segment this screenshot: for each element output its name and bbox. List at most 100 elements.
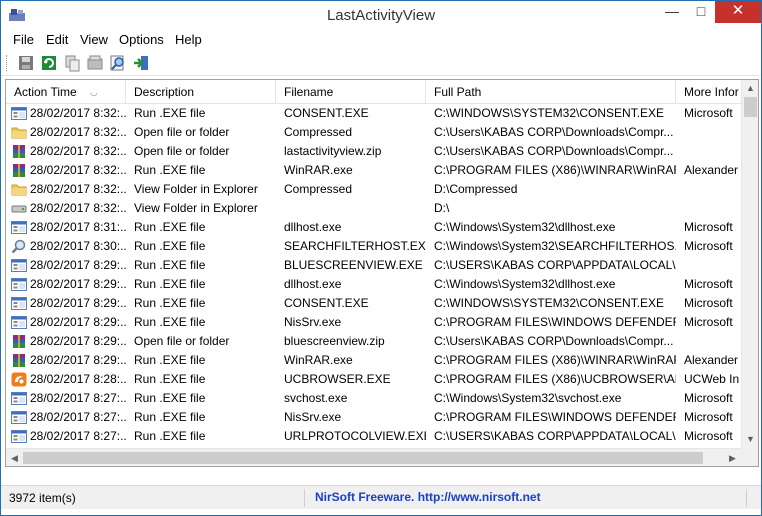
list-rows: 28/02/2017 8:32:... Run .EXE file CONSENT.… — [6, 104, 741, 466]
horizontal-scroll-thumb[interactable] — [23, 452, 703, 464]
full-path-cell: C:\USERS\KABAS CORP\APPDATA\LOCAL\... — [434, 258, 676, 272]
copy-icon[interactable] — [63, 54, 81, 72]
table-row[interactable]: 28/02/2017 8:29:... Open file or folder bl… — [6, 332, 741, 351]
full-path-cell: D:\Compressed — [434, 182, 518, 196]
column-more-info[interactable]: More Infor — [676, 80, 741, 104]
column-filename[interactable]: Filename — [276, 80, 426, 104]
list-header: Action Time ◡ Description Filename Full … — [6, 80, 741, 104]
table-row[interactable]: 28/02/2017 8:27:... Run .EXE file NisSrv.e… — [6, 408, 741, 427]
full-path-cell: C:\WINDOWS\SYSTEM32\CONSENT.EXE — [434, 296, 665, 310]
description-cell: Run .EXE file — [134, 353, 206, 367]
action-time-cell: 28/02/2017 8:28:... — [30, 372, 126, 386]
maximize-button[interactable]: □ — [687, 1, 715, 23]
table-row[interactable]: 28/02/2017 8:27:... Run .EXE file svchost.… — [6, 389, 741, 408]
scroll-up-icon[interactable]: ▲ — [742, 80, 758, 97]
nirsoft-link[interactable]: NirSoft Freeware. http://www.nirsoft.net — [315, 490, 541, 504]
more-info-cell: Alexander — [684, 353, 739, 367]
more-info-cell: UCWeb In — [684, 372, 740, 386]
description-cell: Run .EXE file — [134, 239, 206, 253]
find-icon[interactable] — [109, 54, 127, 72]
table-row[interactable]: 28/02/2017 8:29:... Run .EXE file NisSrv.e… — [6, 313, 741, 332]
more-info-cell: Microsoft — [684, 239, 733, 253]
menu-edit[interactable]: Edit — [46, 32, 68, 47]
full-path-cell: C:\Users\KABAS CORP\Downloads\Compr... — [434, 334, 674, 348]
filename-cell: dllhost.exe — [284, 277, 342, 291]
more-info-cell: Microsoft — [684, 277, 733, 291]
minimize-button[interactable]: — — [658, 1, 686, 23]
more-info-cell: Alexander — [684, 163, 739, 177]
table-row[interactable]: 28/02/2017 8:32:... Run .EXE file CONSENT.… — [6, 104, 741, 123]
filename-cell: UCBROWSER.EXE — [284, 372, 391, 386]
folder-icon — [11, 125, 27, 140]
menu-help[interactable]: Help — [175, 32, 202, 47]
exit-icon[interactable] — [132, 54, 150, 72]
exe-file-icon — [11, 220, 27, 235]
horizontal-scrollbar[interactable]: ◀ ▶ — [6, 448, 741, 466]
description-cell: Run .EXE file — [134, 258, 206, 272]
table-row[interactable]: 28/02/2017 8:32:... Open file or folder Co… — [6, 123, 741, 142]
table-row[interactable]: 28/02/2017 8:29:... Run .EXE file WinRAR.e… — [6, 351, 741, 370]
more-info-cell: Microsoft — [684, 296, 733, 310]
full-path-cell: C:\Windows\System32\dllhost.exe — [434, 220, 616, 234]
vertical-scrollbar[interactable]: ▲ ▼ — [741, 80, 758, 448]
menu-file[interactable]: File — [13, 32, 34, 47]
exe-file-icon — [11, 391, 27, 406]
table-row[interactable]: 28/02/2017 8:32:... View Folder in Explor… — [6, 180, 741, 199]
filename-cell: CONSENT.EXE — [284, 296, 369, 310]
scroll-left-icon[interactable]: ◀ — [6, 449, 23, 466]
more-info-cell — [684, 199, 741, 218]
vertical-scroll-thumb[interactable] — [744, 97, 757, 117]
table-row[interactable]: 28/02/2017 8:30:... Run .EXE file SEARCHFI… — [6, 237, 741, 256]
more-info-cell: Microsoft — [684, 220, 733, 234]
action-time-cell: 28/02/2017 8:29:... — [30, 315, 126, 329]
scroll-right-icon[interactable]: ▶ — [724, 449, 741, 466]
winrar-archive-icon — [11, 353, 27, 368]
full-path-cell: C:\PROGRAM FILES (X86)\WINRAR\WinRAR... — [434, 163, 676, 177]
table-row[interactable]: 28/02/2017 8:32:... Open file or folder la… — [6, 142, 741, 161]
description-cell: Run .EXE file — [134, 220, 206, 234]
table-row[interactable]: 28/02/2017 8:28:... Run .EXE file UCBROWSE… — [6, 370, 741, 389]
table-row[interactable]: 28/02/2017 8:31:... Run .EXE file dllhost.… — [6, 218, 741, 237]
folder-icon — [11, 182, 27, 197]
more-info-cell — [684, 332, 741, 351]
action-time-cell: 28/02/2017 8:27:... — [30, 429, 126, 443]
column-description[interactable]: Description — [126, 80, 276, 104]
more-info-cell — [684, 180, 741, 199]
filename-cell: NisSrv.exe — [284, 315, 342, 329]
table-row[interactable]: 28/02/2017 8:29:... Run .EXE file dllhost.… — [6, 275, 741, 294]
winrar-archive-icon — [11, 334, 27, 349]
description-cell: View Folder in Explorer — [134, 182, 258, 196]
refresh-icon[interactable] — [40, 54, 58, 72]
activity-list[interactable]: Action Time ◡ Description Filename Full … — [5, 79, 759, 467]
action-time-cell: 28/02/2017 8:29:... — [30, 277, 126, 291]
filename-cell: SEARCHFILTERHOST.EXE — [284, 239, 426, 253]
table-row[interactable]: 28/02/2017 8:29:... Run .EXE file CONSENT.… — [6, 294, 741, 313]
menu-view[interactable]: View — [80, 32, 108, 47]
column-action-time[interactable]: Action Time ◡ — [6, 80, 126, 104]
filename-cell: lastactivityview.zip — [284, 144, 382, 158]
winrar-archive-icon — [11, 144, 27, 159]
table-row[interactable]: 28/02/2017 8:27:... Run .EXE file URLPROTO… — [6, 427, 741, 446]
full-path-cell: C:\WINDOWS\SYSTEM32\CONSENT.EXE — [434, 106, 665, 120]
action-time-cell: 28/02/2017 8:30:... — [30, 239, 126, 253]
table-row[interactable]: 28/02/2017 8:29:... Run .EXE file BLUESCRE… — [6, 256, 741, 275]
full-path-cell: C:\Users\KABAS CORP\Downloads\Compr... — [434, 144, 674, 158]
close-button[interactable]: ✕ — [715, 1, 761, 23]
scroll-down-icon[interactable]: ▼ — [742, 431, 758, 448]
filename-cell: URLPROTOCOLVIEW.EXE — [284, 429, 426, 443]
winrar-archive-icon — [11, 163, 27, 178]
action-time-cell: 28/02/2017 8:32:... — [30, 182, 126, 196]
full-path-cell: C:\USERS\KABAS CORP\APPDATA\LOCAL\... — [434, 429, 676, 443]
table-row[interactable]: 28/02/2017 8:32:... View Folder in Explor… — [6, 199, 741, 218]
menu-options[interactable]: Options — [119, 32, 164, 47]
save-icon[interactable] — [17, 54, 35, 72]
full-path-cell: C:\Windows\System32\svchost.exe — [434, 391, 622, 405]
column-full-path[interactable]: Full Path — [426, 80, 676, 104]
table-row[interactable]: 28/02/2017 8:32:... Run .EXE file WinRAR.e… — [6, 161, 741, 180]
description-cell: Run .EXE file — [134, 410, 206, 424]
properties-icon[interactable] — [86, 54, 104, 72]
exe-file-icon — [11, 277, 27, 292]
title-bar[interactable]: LastActivityView — □ ✕ — [1, 1, 761, 30]
toolbar — [1, 50, 761, 76]
filename-cell: dllhost.exe — [284, 220, 342, 234]
